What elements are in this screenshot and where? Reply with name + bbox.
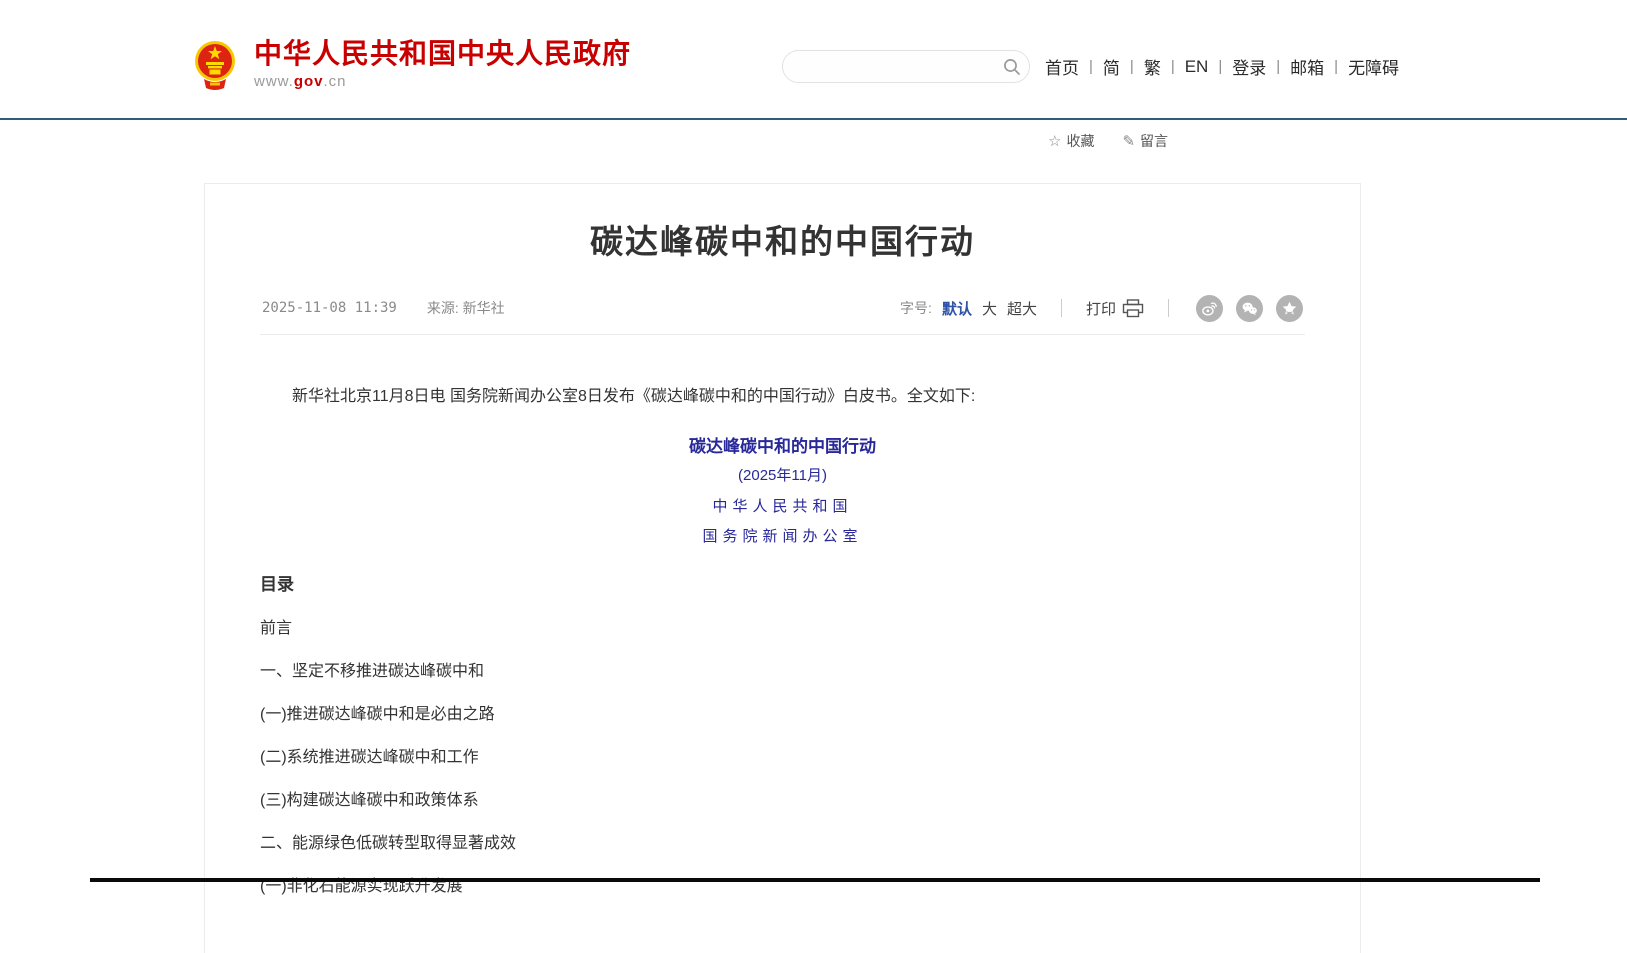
toc-item: (一)推进碳达峰碳中和是必由之路 [260,704,1305,726]
article-meta: 2025-11-08 11:39 来源: 新华社 字号: 默认 大 超大 打印 [260,295,1305,335]
bottom-bar [90,878,1540,882]
font-size-xlarge-button[interactable]: 超大 [1007,298,1037,319]
site-url-gov: gov [294,73,324,90]
nav-separator: | [1130,58,1134,75]
pencil-icon: ✎ [1122,132,1135,150]
wechat-share-icon[interactable] [1236,295,1263,322]
message-button[interactable]: ✎ 留言 [1122,131,1168,151]
article-title: 碳达峰碳中和的中国行动 [260,220,1305,265]
source: 来源: 新华社 [427,298,505,318]
nav-separator: | [1334,58,1338,75]
nav-traditional[interactable]: 繁 [1144,54,1161,79]
printer-icon [1122,299,1144,318]
font-size-large-button[interactable]: 大 [982,298,997,319]
site-header: 中华人民共和国中央人民政府 www.gov.cn 首页 | 简 | 繁 | EN… [0,0,1627,118]
divider [1168,299,1169,317]
doc-date: (2025年11月) [260,465,1305,487]
font-size-default-button[interactable]: 默认 [942,298,972,319]
doc-title: 碳达峰碳中和的中国行动 [260,435,1305,459]
toc-item: (二)系统推进碳达峰碳中和工作 [260,747,1305,769]
search-box[interactable] [782,50,1030,83]
site-url-cn: .cn [324,73,347,90]
toc-title: 目录 [260,573,1305,597]
nav-simplified[interactable]: 简 [1103,54,1120,79]
toc-item-preface: 前言 [260,618,1305,640]
nav-english[interactable]: EN [1185,57,1209,77]
header-divider [0,118,1627,120]
nav-accessibility[interactable]: 无障碍 [1348,54,1399,79]
toc-item: 一、坚定不移推进碳达峰碳中和 [260,661,1305,683]
source-label: 来源: [427,300,459,316]
nav-login[interactable]: 登录 [1232,54,1266,79]
nav-separator: | [1218,58,1222,75]
print-button[interactable]: 打印 [1086,298,1144,319]
toc-item: 二、能源绿色低碳转型取得显著成效 [260,833,1305,855]
search-icon[interactable] [995,58,1029,76]
article-meta-right: 字号: 默认 大 超大 打印 [900,295,1303,322]
site-title: 中华人民共和国中央人民政府 [254,38,631,70]
doc-author-office: 国务院新闻办公室 [260,525,1305,547]
lead-paragraph: 新华社北京11月8日电 国务院新闻办公室8日发布《碳达峰碳中和的中国行动》白皮书… [260,385,1305,409]
nav-separator: | [1171,58,1175,75]
toc-item: (三)构建碳达峰碳中和政策体系 [260,790,1305,812]
nav-home[interactable]: 首页 [1045,54,1079,79]
national-emblem-icon [190,38,240,92]
source-name[interactable]: 新华社 [463,300,505,316]
favorite-button[interactable]: ☆ 收藏 [1048,131,1094,151]
publish-date: 2025-11-08 11:39 [262,300,397,316]
article-container: 碳达峰碳中和的中国行动 2025-11-08 11:39 来源: 新华社 字号:… [204,183,1361,953]
nav-separator: | [1089,58,1093,75]
qzone-star-icon[interactable] [1276,295,1303,322]
site-url[interactable]: www.gov.cn [254,73,631,90]
font-size-label: 字号: [900,298,932,318]
divider [1061,299,1062,317]
top-nav: 首页 | 简 | 繁 | EN | 登录 | 邮箱 | 无障碍 [1045,54,1399,79]
message-label: 留言 [1140,131,1168,151]
site-url-www: www. [254,73,294,90]
weibo-share-icon[interactable] [1196,295,1223,322]
article-actions: ☆ 收藏 ✎ 留言 [1048,131,1168,151]
print-label: 打印 [1086,298,1116,319]
article-meta-left: 2025-11-08 11:39 来源: 新华社 [262,298,505,318]
site-logo[interactable]: 中华人民共和国中央人民政府 www.gov.cn [190,38,631,92]
nav-separator: | [1276,58,1280,75]
nav-mail[interactable]: 邮箱 [1290,54,1324,79]
star-icon: ☆ [1048,132,1061,150]
favorite-label: 收藏 [1066,131,1094,151]
search-input[interactable] [783,51,995,82]
doc-author-country: 中华人民共和国 [260,495,1305,517]
